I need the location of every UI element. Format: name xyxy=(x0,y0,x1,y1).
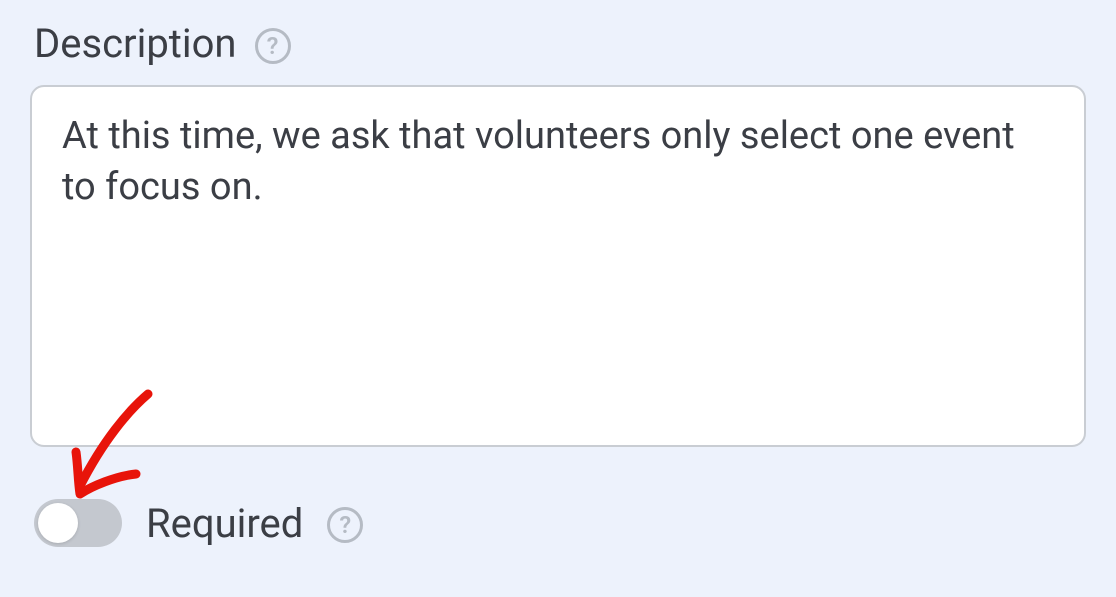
description-textarea[interactable] xyxy=(30,85,1086,447)
required-toggle-row: Required ? xyxy=(34,499,1086,547)
toggle-knob xyxy=(38,503,78,543)
required-label: Required xyxy=(146,500,303,547)
required-toggle[interactable] xyxy=(34,499,122,547)
help-icon[interactable]: ? xyxy=(255,28,291,64)
help-icon[interactable]: ? xyxy=(327,507,363,543)
description-label: Description xyxy=(34,20,237,67)
description-label-row: Description ? xyxy=(34,20,1086,67)
